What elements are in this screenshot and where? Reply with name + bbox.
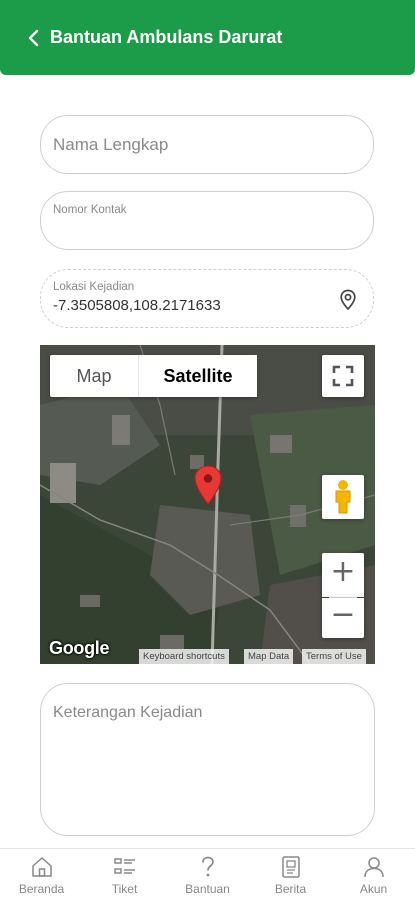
home-icon	[32, 857, 52, 877]
nav-item-berita[interactable]: Berita	[249, 849, 332, 901]
account-icon	[364, 857, 384, 878]
bottom-navigation: Beranda Tiket Bantuan Berita Akun	[0, 848, 415, 901]
nav-label-tiket: Tiket	[111, 882, 138, 896]
incident-location-field[interactable]: Lokasi Kejadian -7.3505808,108.2171633	[40, 269, 374, 328]
nav-label-beranda: Beranda	[18, 882, 65, 896]
fullscreen-button[interactable]	[322, 355, 364, 397]
pegman-icon	[335, 480, 351, 514]
zoom-in-button[interactable]: +	[322, 553, 364, 597]
incident-location-value: -7.3505808,108.2171633	[53, 297, 221, 314]
terms-of-use-link[interactable]: Terms of Use	[302, 649, 366, 664]
nav-item-bantuan[interactable]: Bantuan	[166, 849, 249, 901]
nav-item-akun[interactable]: Akun	[332, 849, 415, 901]
location-pin-icon[interactable]	[339, 289, 357, 311]
page-title: Bantuan Ambulans Darurat	[50, 27, 283, 47]
nav-label-bantuan: Bantuan	[185, 882, 230, 896]
news-icon	[282, 856, 300, 878]
ticket-list-icon	[114, 858, 135, 874]
full-name-input[interactable]: Nama Lengkap	[40, 115, 374, 174]
nav-item-beranda[interactable]: Beranda	[0, 849, 83, 901]
map-marker-icon	[194, 465, 222, 505]
app-header: Bantuan Ambulans Darurat	[0, 0, 415, 75]
nav-item-tiket[interactable]: Tiket	[83, 849, 166, 901]
fullscreen-icon	[332, 365, 354, 387]
full-name-placeholder: Nama Lengkap	[53, 135, 169, 154]
zoom-in-icon: +	[330, 554, 356, 589]
google-logo: Google	[49, 638, 110, 658]
street-view-button[interactable]	[322, 475, 364, 519]
zoom-out-button[interactable]: −	[322, 597, 364, 638]
map-type-control: Map Satellite	[50, 355, 257, 397]
location-map[interactable]: Map Satellite + − Google Keyboard shortc…	[40, 345, 375, 664]
nav-label-akun: Akun	[359, 882, 388, 896]
contact-number-label: Nomor Kontak	[53, 204, 127, 216]
nav-label-berita: Berita	[274, 882, 307, 896]
keyboard-shortcuts-link[interactable]: Keyboard shortcuts	[139, 649, 229, 664]
incident-location-label: Lokasi Kejadian	[53, 281, 135, 293]
zoom-out-icon: −	[330, 597, 356, 632]
help-icon	[202, 856, 214, 877]
map-type-map-button[interactable]: Map	[50, 355, 138, 397]
map-type-satellite-button[interactable]: Satellite	[138, 355, 257, 397]
contact-number-input[interactable]: Nomor Kontak	[40, 191, 374, 250]
incident-description-placeholder: Keterangan Kejadian	[53, 704, 203, 721]
incident-description-textarea[interactable]: Keterangan Kejadian	[40, 683, 375, 836]
back-arrow-icon[interactable]	[24, 26, 44, 50]
map-data-link[interactable]: Map Data	[244, 649, 294, 664]
